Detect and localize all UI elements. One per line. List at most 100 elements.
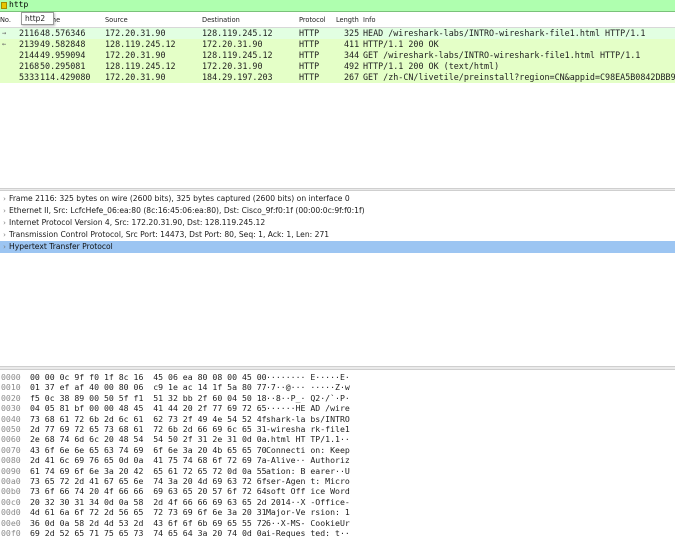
packet-info: HTTP/1.1 200 OK (text/html) bbox=[363, 61, 500, 71]
column-header-no[interactable]: No. bbox=[0, 16, 11, 24]
packet-source: 172.20.31.90 bbox=[105, 72, 166, 82]
packet-time: 50.295081 bbox=[40, 61, 86, 71]
ascii-bytes[interactable]: 6··X-MS- CookieUr bbox=[266, 518, 350, 529]
hex-bytes[interactable]: 2d 77 69 72 65 73 68 61 72 6b 2d 66 69 6… bbox=[30, 424, 267, 435]
packet-protocol: HTTP bbox=[299, 50, 320, 60]
detail-tree-item-frame[interactable]: › Frame 2116: 325 bytes on wire (2600 bit… bbox=[0, 193, 675, 205]
byte-offset: 0090 bbox=[1, 465, 21, 476]
packet-protocol: HTTP bbox=[299, 28, 320, 38]
hex-bytes[interactable]: f5 0c 38 89 00 50 5f f1 51 32 bb 2f 60 0… bbox=[30, 393, 267, 404]
hex-bytes[interactable]: 2e 68 74 6d 6c 20 48 54 54 50 2f 31 2e 3… bbox=[30, 434, 267, 445]
byte-offset: 0070 bbox=[1, 444, 21, 455]
detail-label: Hypertext Transfer Protocol bbox=[9, 242, 113, 251]
byte-offset: 0040 bbox=[1, 413, 21, 424]
hex-bytes[interactable]: 61 74 69 6f 6e 3a 20 42 65 61 72 65 72 0… bbox=[30, 466, 267, 477]
byte-offset: 00f0 bbox=[1, 528, 21, 538]
packet-destination: 128.119.245.12 bbox=[202, 50, 273, 60]
detail-tree-item-tcp[interactable]: › Transmission Control Protocol, Src Port… bbox=[0, 229, 675, 241]
related-packet-icon: ← bbox=[2, 40, 7, 48]
packet-protocol: HTTP bbox=[299, 39, 320, 49]
column-header-info[interactable]: Info bbox=[363, 16, 375, 24]
packet-info: GET /wireshark-labs/INTRO-wireshark-file… bbox=[363, 50, 641, 60]
byte-offset: 0000 bbox=[1, 372, 21, 382]
chevron-right-icon[interactable]: › bbox=[0, 229, 9, 241]
ascii-bytes[interactable]: -Alive·· Authoriz bbox=[266, 455, 350, 466]
ascii-bytes[interactable]: ·7··@··· ·····Z·w bbox=[266, 382, 350, 393]
display-filter-input[interactable]: http bbox=[9, 0, 28, 9]
packet-row[interactable]: 2168 50.295081 128.119.245.12 172.20.31.… bbox=[0, 61, 675, 72]
packet-row[interactable]: 2144 49.959094 172.20.31.90 128.119.245.… bbox=[0, 50, 675, 61]
detail-label: Internet Protocol Version 4, Src: 172.20… bbox=[9, 218, 266, 227]
hex-bytes[interactable]: 4d 61 6a 6f 72 2d 56 65 72 73 69 6f 6e 3… bbox=[30, 507, 267, 518]
packet-source: 128.119.245.12 bbox=[105, 61, 176, 71]
hex-bytes[interactable]: 43 6f 6e 6e 65 63 74 69 6f 6e 3a 20 4b 6… bbox=[30, 445, 267, 456]
filter-autocomplete-suggestion[interactable]: http2 bbox=[21, 12, 54, 25]
ascii-bytes[interactable]: soft Off ice Word bbox=[266, 486, 350, 497]
ascii-bytes[interactable]: ········ E·····E· bbox=[266, 372, 350, 383]
pane-splitter[interactable] bbox=[0, 188, 675, 191]
bookmark-icon[interactable] bbox=[1, 2, 7, 9]
packet-length: 267 bbox=[344, 72, 360, 82]
packet-no: 5333 bbox=[19, 72, 40, 82]
packet-row[interactable]: 5333 114.429080 172.20.31.90 184.29.197.… bbox=[0, 72, 675, 83]
packet-destination: 172.20.31.90 bbox=[202, 61, 263, 71]
hex-bytes[interactable]: 73 6f 66 74 20 4f 66 66 69 63 65 20 57 6… bbox=[30, 486, 267, 497]
column-header-protocol[interactable]: Protocol bbox=[299, 16, 326, 24]
ascii-bytes[interactable]: .html HT TP/1.1·· bbox=[266, 434, 350, 445]
packet-list-header: No. Time Source Destination Protocol Len… bbox=[0, 15, 675, 28]
hex-bytes[interactable]: 73 68 61 72 6b 2d 6c 61 62 73 2f 49 4e 5… bbox=[30, 414, 267, 425]
packet-info: HTTP/1.1 200 OK bbox=[363, 39, 439, 49]
hex-bytes[interactable]: 69 2d 52 65 71 75 65 73 74 65 64 3a 20 7… bbox=[30, 528, 267, 539]
hex-bytes[interactable]: 01 37 ef af 40 00 80 06 c9 1e ac 14 1f 5… bbox=[30, 382, 267, 393]
hex-bytes[interactable]: 36 0d 0a 58 2d 4d 53 2d 43 6f 6f 6b 69 6… bbox=[30, 518, 267, 529]
detail-tree-item-ethernet[interactable]: › Ethernet II, Src: LcfcHefe_06:ea:80 (8c… bbox=[0, 205, 675, 217]
pane-splitter[interactable] bbox=[0, 366, 675, 370]
ascii-bytes[interactable]: shark-la bs/INTRO bbox=[266, 414, 350, 425]
packet-no: 2116 bbox=[19, 28, 40, 38]
detail-label: Transmission Control Protocol, Src Port:… bbox=[9, 230, 330, 239]
packet-time: 49.582848 bbox=[40, 39, 86, 49]
chevron-right-icon[interactable]: › bbox=[0, 205, 9, 217]
byte-offset: 00b0 bbox=[1, 486, 21, 497]
packet-source: 172.20.31.90 bbox=[105, 50, 166, 60]
packet-protocol: HTTP bbox=[299, 72, 320, 82]
ascii-bytes[interactable]: Connecti on: Keep bbox=[266, 445, 350, 456]
hex-bytes[interactable]: 73 65 72 2d 41 67 65 6e 74 3a 20 4d 69 6… bbox=[30, 476, 267, 487]
ascii-bytes[interactable]: -wiresha rk-file1 bbox=[266, 424, 350, 435]
hex-bytes[interactable]: 2d 41 6c 69 76 65 0d 0a 41 75 74 68 6f 7… bbox=[30, 455, 267, 466]
ascii-bytes[interactable]: 2014··X -Office- bbox=[266, 497, 350, 508]
ascii-bytes[interactable]: i-Reques ted: t·· bbox=[266, 528, 350, 539]
detail-tree-item-http[interactable]: › Hypertext Transfer Protocol bbox=[0, 241, 675, 253]
hex-bytes[interactable]: 04 05 81 bf 00 00 48 45 41 44 20 2f 77 6… bbox=[30, 403, 267, 414]
byte-offset: 0080 bbox=[1, 455, 21, 466]
chevron-right-icon[interactable]: › bbox=[0, 241, 9, 253]
packet-row[interactable]: ← 2139 49.582848 128.119.245.12 172.20.3… bbox=[0, 39, 675, 50]
chevron-right-icon[interactable]: › bbox=[0, 217, 9, 229]
byte-offset: 0030 bbox=[1, 403, 21, 414]
byte-offset: 00d0 bbox=[1, 507, 21, 518]
detail-label: Frame 2116: 325 bytes on wire (2600 bits… bbox=[9, 194, 350, 203]
packet-row[interactable]: → 2116 48.576346 172.20.31.90 128.119.24… bbox=[0, 28, 675, 39]
hex-bytes[interactable]: 00 00 0c 9f f0 1f 8c 16 45 06 ea 80 08 0… bbox=[30, 372, 267, 383]
byte-offset: 0010 bbox=[1, 382, 21, 393]
column-header-length[interactable]: Length bbox=[336, 16, 359, 24]
packet-info: HEAD /wireshark-labs/INTRO-wireshark-fil… bbox=[363, 28, 646, 38]
column-header-source[interactable]: Source bbox=[105, 16, 128, 24]
ascii-bytes[interactable]: Major-Ve rsion: 1 bbox=[266, 507, 350, 518]
ascii-bytes[interactable]: ation: B earer··U bbox=[266, 466, 350, 477]
byte-offset: 00c0 bbox=[1, 496, 21, 507]
column-header-destination[interactable]: Destination bbox=[202, 16, 240, 24]
packet-no: 2168 bbox=[19, 61, 40, 71]
display-filter-bar[interactable]: http bbox=[0, 0, 675, 12]
ascii-bytes[interactable]: ser-Agen t: Micro bbox=[266, 476, 350, 487]
hex-bytes[interactable]: 20 32 30 31 34 0d 0a 58 2d 4f 66 66 69 6… bbox=[30, 497, 267, 508]
ascii-bytes[interactable]: ······HE AD /wire bbox=[266, 403, 350, 414]
byte-offset: 0060 bbox=[1, 434, 21, 445]
packet-list: → 2116 48.576346 172.20.31.90 128.119.24… bbox=[0, 28, 675, 188]
packet-no: 2139 bbox=[19, 39, 40, 49]
byte-offset: 0050 bbox=[1, 424, 21, 434]
detail-tree-item-ipv4[interactable]: › Internet Protocol Version 4, Src: 172.2… bbox=[0, 217, 675, 229]
chevron-right-icon[interactable]: › bbox=[0, 193, 9, 205]
packet-length: 411 bbox=[344, 39, 360, 49]
ascii-bytes[interactable]: ··8··P_· Q2·/`·P· bbox=[266, 393, 350, 404]
